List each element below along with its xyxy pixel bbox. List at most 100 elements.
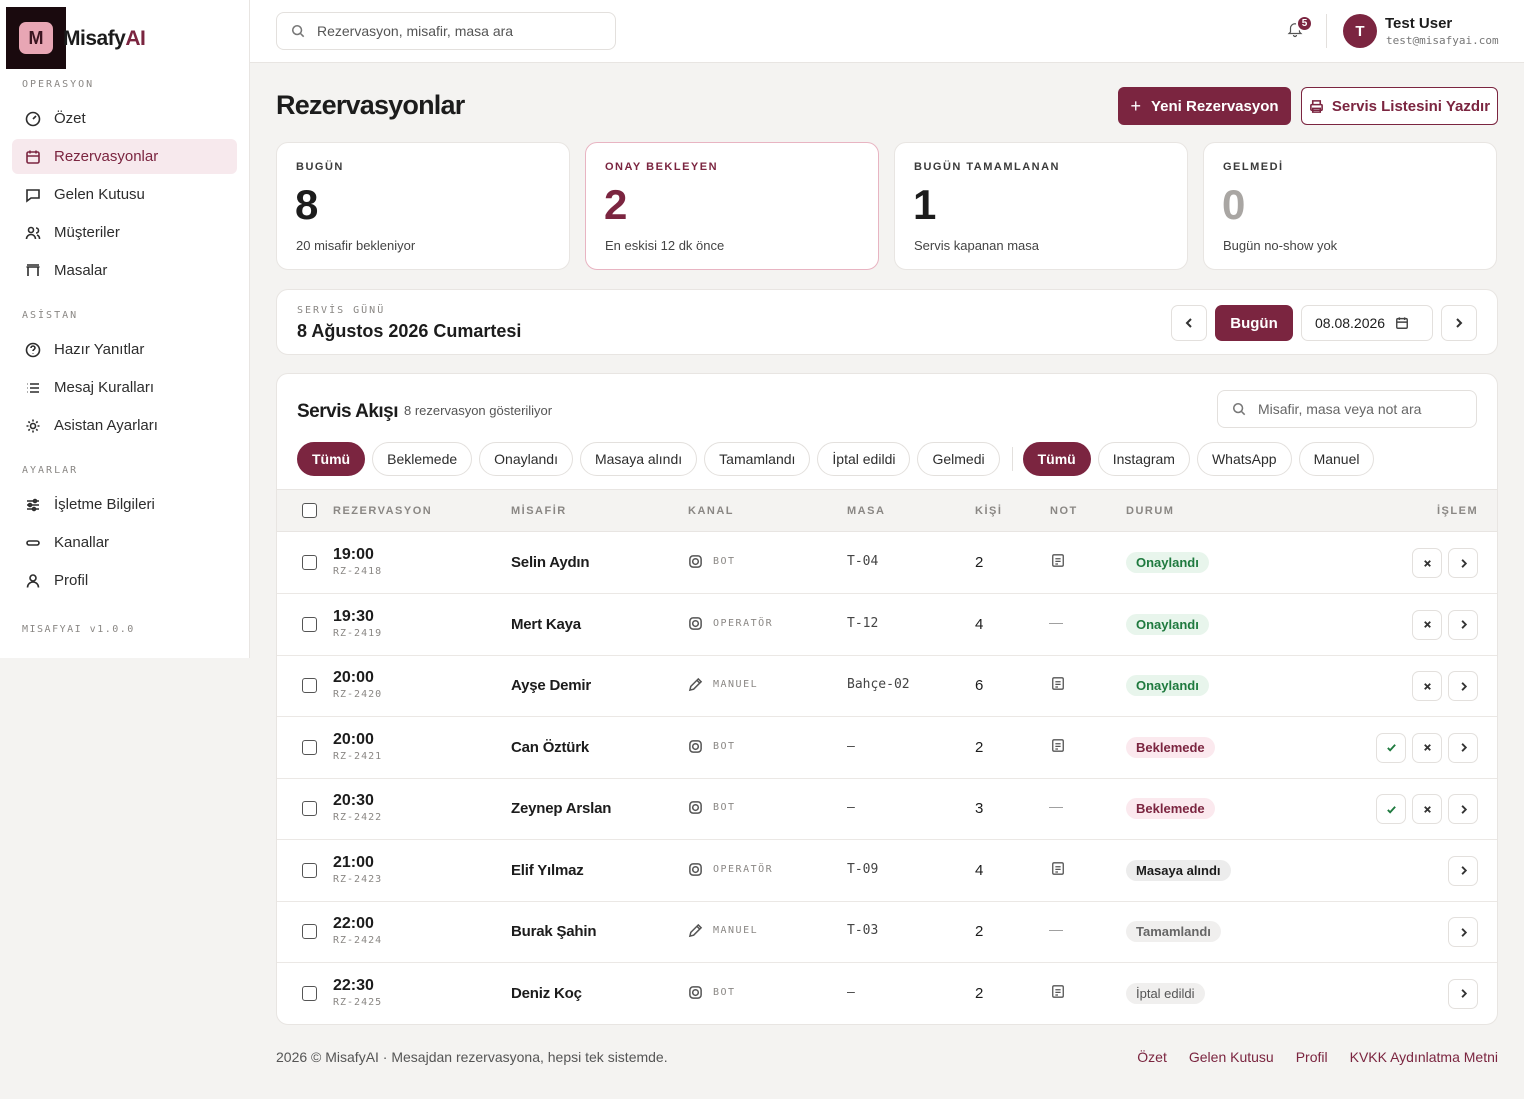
table-row[interactable]: 22:30 RZ-2425 Deniz Koç BOT — 2 İptal ed…	[277, 963, 1497, 1024]
guest-name[interactable]: Can Öztürk	[511, 739, 589, 756]
instagram-icon	[689, 862, 702, 876]
open-reservation-button[interactable]	[1448, 548, 1478, 578]
cancel-reservation-button[interactable]	[1412, 548, 1442, 578]
print-service-list-button[interactable]: Servis Listesini Yazdır	[1301, 87, 1498, 125]
guest-name[interactable]: Burak Şahin	[511, 923, 597, 940]
channel-filter-chip[interactable]: Tümü	[1022, 442, 1091, 476]
open-reservation-button[interactable]	[1448, 978, 1478, 1009]
guest-name[interactable]: Elif Yılmaz	[511, 862, 584, 879]
global-search-input[interactable]: Rezervasyon, misafir, masa ara	[276, 12, 616, 50]
cancel-reservation-button[interactable]	[1412, 671, 1442, 701]
sidebar-item-label: Kanallar	[54, 534, 110, 551]
footer-link[interactable]: Özet	[1137, 1049, 1167, 1065]
sidebar-item[interactable]: Mesaj Kuralları	[12, 370, 237, 405]
previous-day-button[interactable]	[1171, 305, 1207, 341]
table-row[interactable]: 19:30 RZ-2419 Mert Kaya OPERATÖR T-12 4 …	[277, 594, 1497, 656]
note-icon	[1052, 738, 1064, 752]
row-checkbox[interactable]	[302, 985, 317, 1001]
sidebar-item[interactable]: Gelen Kutusu	[12, 177, 237, 212]
open-reservation-button[interactable]	[1448, 671, 1478, 701]
note-icon[interactable]	[1051, 553, 1065, 569]
channel-label: BOT	[713, 556, 736, 567]
status-filter-chip[interactable]: Tamamlandı	[704, 442, 811, 476]
sidebar-item[interactable]: Kanallar	[12, 525, 237, 560]
footer-link[interactable]: KVKK Aydınlatma Metni	[1350, 1049, 1498, 1065]
status-filter-chip[interactable]: Gelmedi	[917, 442, 1000, 476]
guest-name[interactable]: Mert Kaya	[511, 616, 581, 633]
cancel-reservation-button[interactable]	[1412, 732, 1442, 763]
sidebar-item[interactable]: Asistan Ayarları	[12, 408, 237, 443]
status-filter-chip[interactable]: İptal edildi	[817, 442, 911, 476]
logo-mark[interactable]: M	[6, 7, 66, 69]
guest-name[interactable]: Zeynep Arslan	[511, 800, 611, 817]
pencil-icon	[688, 677, 703, 692]
note-icon[interactable]	[1051, 738, 1065, 754]
sidebar-item[interactable]: Hazır Yanıtlar	[12, 332, 237, 367]
row-checkbox[interactable]	[302, 924, 317, 939]
channel-filter-chip[interactable]: Instagram	[1097, 442, 1190, 476]
status-filter-chip[interactable]: Onaylandı	[479, 442, 573, 476]
channel-cell: BOT	[688, 739, 736, 754]
open-reservation-button[interactable]	[1448, 855, 1478, 886]
status-filter-chip[interactable]: Tümü	[297, 442, 366, 476]
sidebar-item[interactable]: Masalar	[12, 253, 237, 288]
help-circle-icon	[25, 342, 41, 357]
table-row[interactable]: 20:00 RZ-2420 Ayşe Demir MANUEL Bahçe-02…	[277, 655, 1497, 717]
sidebar-item[interactable]: Müşteriler	[12, 215, 237, 250]
row-checkbox[interactable]	[302, 739, 317, 755]
channel-cell: OPERATÖR	[688, 862, 773, 877]
sidebar-item-label: Gelen Kutusu	[54, 186, 145, 203]
guest-name[interactable]: Selin Aydın	[511, 554, 590, 571]
sidebar-item[interactable]: Rezervasyonlar	[12, 139, 237, 174]
guest-name[interactable]: Deniz Koç	[511, 985, 582, 1002]
chevron-right-icon	[1460, 620, 1467, 629]
open-reservation-button[interactable]	[1448, 794, 1478, 824]
footer-link[interactable]: Profil	[1296, 1049, 1328, 1065]
channel-label: BOT	[713, 740, 736, 752]
table-row[interactable]: 19:00 RZ-2418 Selin Aydın BOT T-04 2 Ona…	[277, 532, 1497, 594]
row-checkbox[interactable]	[302, 862, 317, 878]
note-icon[interactable]	[1051, 861, 1065, 877]
note-icon[interactable]	[1051, 984, 1065, 1000]
user-avatar[interactable]: T	[1343, 14, 1377, 48]
sidebar-item[interactable]: İşletme Bilgileri	[12, 487, 237, 522]
channel-filter-chip[interactable]: WhatsApp	[1196, 442, 1292, 476]
approve-button[interactable]	[1376, 794, 1406, 824]
note-icon	[1052, 554, 1064, 567]
select-all-checkbox[interactable]	[302, 503, 317, 518]
row-checkbox[interactable]	[302, 616, 317, 632]
cancel-reservation-button[interactable]	[1412, 609, 1442, 640]
table-row[interactable]: 20:30 RZ-2422 Zeynep Arslan BOT — 3 — Be…	[277, 778, 1497, 840]
status-filter-chip[interactable]: Masaya alındı	[579, 442, 698, 476]
table-row[interactable]: 20:00 RZ-2421 Can Öztürk BOT — 2 Bekleme…	[277, 717, 1497, 779]
open-reservation-button[interactable]	[1448, 609, 1478, 640]
open-reservation-button[interactable]	[1448, 732, 1478, 763]
footer-link[interactable]: Gelen Kutusu	[1189, 1049, 1274, 1065]
logo-text[interactable]: MisafyAI	[63, 27, 146, 51]
approve-button[interactable]	[1376, 732, 1406, 763]
open-reservation-button[interactable]	[1448, 917, 1478, 947]
channel-filter-chip[interactable]: Manuel	[1298, 442, 1375, 476]
print-service-list-label: Servis Listesini Yazdır	[1331, 97, 1491, 115]
new-reservation-button[interactable]: + Yeni Rezervasyon	[1118, 87, 1291, 125]
status-badge: Beklemede	[1126, 798, 1215, 819]
sidebar-item[interactable]: Profil	[12, 563, 237, 598]
sidebar-item[interactable]: Özet	[12, 101, 237, 136]
table-cell: T-04	[847, 554, 879, 569]
table-row[interactable]: 21:00 RZ-2423 Elif Yılmaz OPERATÖR T-09 …	[277, 840, 1497, 902]
note-icon[interactable]	[1051, 676, 1065, 692]
guest-name[interactable]: Ayşe Demir	[511, 677, 591, 694]
status-filter-chip[interactable]: Beklemede	[372, 442, 473, 476]
reservation-search-input[interactable]: Misafir, masa veya not ara	[1217, 390, 1477, 428]
row-checkbox[interactable]	[302, 801, 317, 816]
row-checkbox[interactable]	[302, 678, 317, 693]
table-row[interactable]: 22:00 RZ-2424 Burak Şahin MANUEL T-03 2 …	[277, 901, 1497, 963]
today-button[interactable]: Bugün	[1215, 305, 1293, 341]
stat-subtitle: Servis kapanan masa	[914, 238, 1040, 253]
date-picker-input[interactable]: 08.08.2026	[1301, 305, 1433, 341]
next-day-button[interactable]	[1441, 305, 1477, 341]
channel-cell: MANUEL	[688, 677, 758, 692]
user-name[interactable]: Test User	[1385, 15, 1452, 32]
row-checkbox[interactable]	[302, 555, 317, 570]
cancel-reservation-button[interactable]	[1412, 794, 1442, 824]
